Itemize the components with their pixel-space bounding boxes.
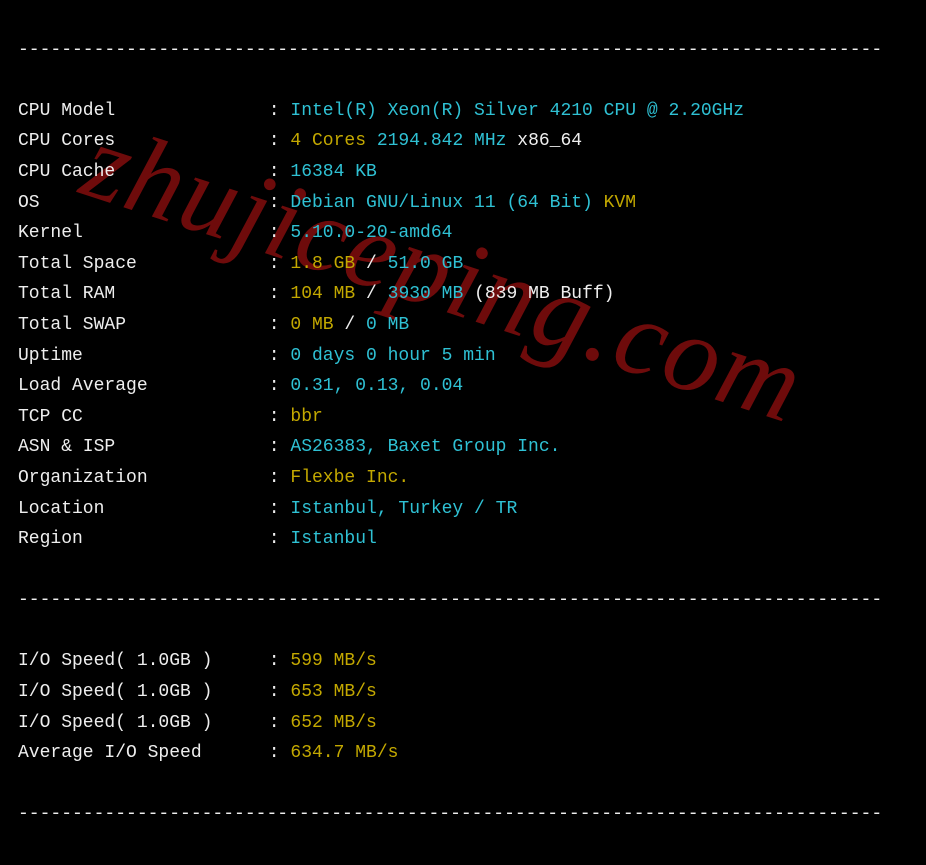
row-value: 652 MB/s <box>290 713 376 733</box>
io-speed-block: I/O Speed( 1.0GB ) : 599 MB/sI/O Speed( … <box>18 646 908 768</box>
row-value: bbr <box>290 407 322 427</box>
row-value: 599 MB/s <box>290 651 376 671</box>
row-separator: : <box>258 193 290 213</box>
row-label: OS <box>18 188 258 219</box>
row-value: 3930 MB <box>388 284 474 304</box>
row-value: x86_64 <box>517 131 582 151</box>
row-separator: : <box>258 682 290 702</box>
io-row: Average I/O Speed : 634.7 MB/s <box>18 738 908 769</box>
row-value: 0 days 0 hour 5 min <box>290 346 495 366</box>
row-value: Intel(R) Xeon(R) Silver 4210 CPU @ 2.20G… <box>290 101 744 121</box>
row-value: 634.7 MB/s <box>290 743 398 763</box>
specs-row: Organization : Flexbe Inc. <box>18 463 908 494</box>
row-label: I/O Speed( 1.0GB ) <box>18 646 258 677</box>
row-label: Total Space <box>18 249 258 280</box>
row-value: 51.0 GB <box>388 254 464 274</box>
row-separator: : <box>258 499 290 519</box>
row-label: I/O Speed( 1.0GB ) <box>18 677 258 708</box>
row-value: 653 MB/s <box>290 682 376 702</box>
specs-row: TCP CC : bbr <box>18 402 908 433</box>
specs-row: Total SWAP : 0 MB / 0 MB <box>18 310 908 341</box>
row-separator: : <box>258 162 290 182</box>
row-separator: : <box>258 407 290 427</box>
row-value: / <box>366 254 388 274</box>
row-separator: : <box>258 743 290 763</box>
specs-row: Location : Istanbul, Turkey / TR <box>18 494 908 525</box>
row-label: CPU Model <box>18 96 258 127</box>
row-separator: : <box>258 437 290 457</box>
io-row: I/O Speed( 1.0GB ) : 652 MB/s <box>18 708 908 739</box>
row-value: KVM <box>604 193 636 213</box>
row-value: (839 MB Buff) <box>474 284 614 304</box>
specs-row: Total RAM : 104 MB / 3930 MB (839 MB Buf… <box>18 279 908 310</box>
specs-row: Uptime : 0 days 0 hour 5 min <box>18 341 908 372</box>
row-value: / <box>344 315 366 335</box>
row-value: / <box>366 284 388 304</box>
row-value: Debian GNU/Linux 11 (64 Bit) <box>290 193 603 213</box>
io-row: I/O Speed( 1.0GB ) : 599 MB/s <box>18 646 908 677</box>
separator-line: ----------------------------------------… <box>18 35 908 66</box>
row-value: 1.8 GB <box>290 254 366 274</box>
specs-row: ASN & ISP : AS26383, Baxet Group Inc. <box>18 432 908 463</box>
row-separator: : <box>258 284 290 304</box>
row-separator: : <box>258 131 290 151</box>
row-separator: : <box>258 529 290 549</box>
row-separator: : <box>258 468 290 488</box>
row-separator: : <box>258 346 290 366</box>
row-value: Istanbul <box>290 529 376 549</box>
row-label: Total RAM <box>18 279 258 310</box>
separator-line: ----------------------------------------… <box>18 585 908 616</box>
row-value: Istanbul, Turkey / TR <box>290 499 517 519</box>
row-separator: : <box>258 315 290 335</box>
specs-row: Total Space : 1.8 GB / 51.0 GB <box>18 249 908 280</box>
specs-row: Kernel : 5.10.0-20-amd64 <box>18 218 908 249</box>
row-separator: : <box>258 376 290 396</box>
row-label: Total SWAP <box>18 310 258 341</box>
io-row: I/O Speed( 1.0GB ) : 653 MB/s <box>18 677 908 708</box>
row-label: CPU Cores <box>18 126 258 157</box>
specs-row: CPU Cache : 16384 KB <box>18 157 908 188</box>
row-separator: : <box>258 651 290 671</box>
row-label: Organization <box>18 463 258 494</box>
row-label: TCP CC <box>18 402 258 433</box>
row-separator: : <box>258 713 290 733</box>
row-label: ASN & ISP <box>18 432 258 463</box>
specs-row: CPU Cores : 4 Cores 2194.842 MHz x86_64 <box>18 126 908 157</box>
specs-row: Load Average : 0.31, 0.13, 0.04 <box>18 371 908 402</box>
row-value: 0 MB <box>366 315 409 335</box>
row-value: 16384 KB <box>290 162 376 182</box>
row-value: 2194.842 MHz <box>377 131 517 151</box>
separator-line: ----------------------------------------… <box>18 799 908 830</box>
specs-row: Region : Istanbul <box>18 524 908 555</box>
row-value: AS26383, Baxet Group Inc. <box>290 437 560 457</box>
row-separator: : <box>258 223 290 243</box>
system-specs-block: CPU Model : Intel(R) Xeon(R) Silver 4210… <box>18 96 908 555</box>
specs-row: OS : Debian GNU/Linux 11 (64 Bit) KVM <box>18 188 908 219</box>
row-label: Region <box>18 524 258 555</box>
specs-row: CPU Model : Intel(R) Xeon(R) Silver 4210… <box>18 96 908 127</box>
row-label: Load Average <box>18 371 258 402</box>
row-label: Location <box>18 494 258 525</box>
terminal-output: ----------------------------------------… <box>0 0 926 865</box>
row-separator: : <box>258 101 290 121</box>
row-label: Average I/O Speed <box>18 738 258 769</box>
row-separator: : <box>258 254 290 274</box>
row-value: Flexbe Inc. <box>290 468 409 488</box>
row-label: CPU Cache <box>18 157 258 188</box>
row-value: 4 Cores <box>290 131 376 151</box>
row-label: Uptime <box>18 341 258 372</box>
row-value: 5.10.0-20-amd64 <box>290 223 452 243</box>
row-label: Kernel <box>18 218 258 249</box>
row-value: 0.31, 0.13, 0.04 <box>290 376 463 396</box>
row-value: 104 MB <box>290 284 366 304</box>
row-label: I/O Speed( 1.0GB ) <box>18 708 258 739</box>
row-value: 0 MB <box>290 315 344 335</box>
